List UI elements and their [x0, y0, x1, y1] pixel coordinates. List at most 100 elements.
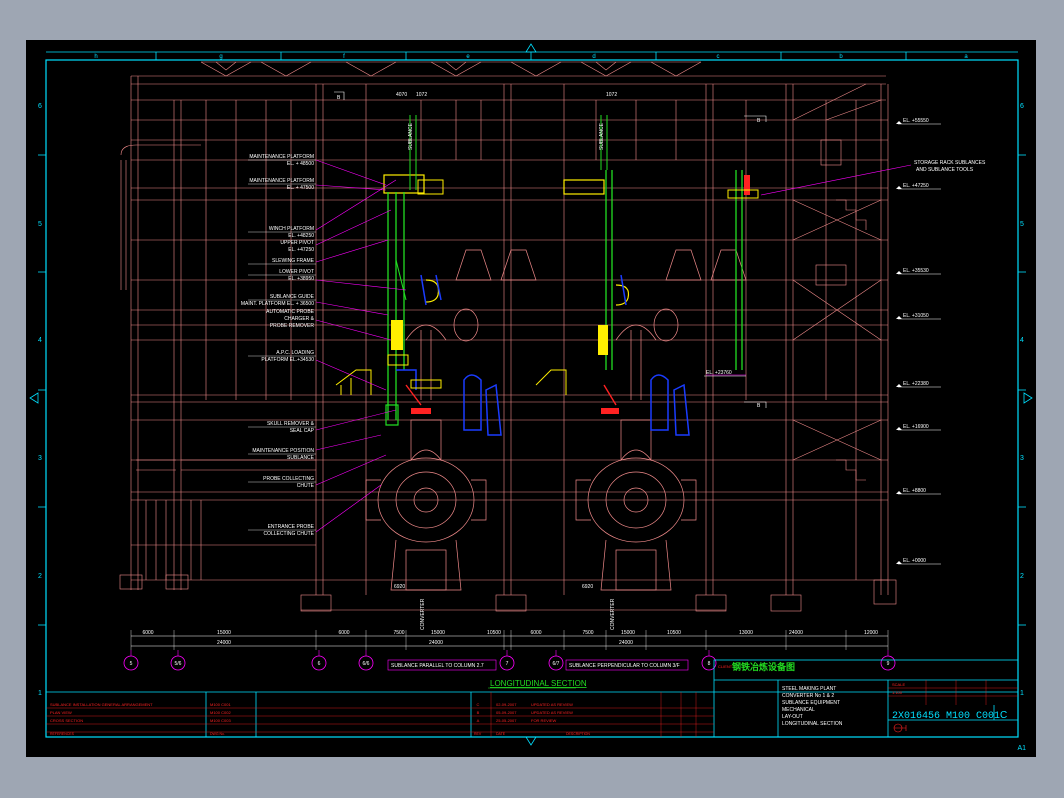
border-letter: d — [592, 54, 595, 60]
callout-label: PROBE REMOVER — [270, 323, 315, 329]
dimension-value: 6000 — [338, 630, 349, 636]
drawing-canvas: hgfedcba 6 65 54 43 32 21 1 MAINTENANCE … — [29, 43, 1033, 752]
callout-label: PLATFORM EL.+34530 — [261, 357, 314, 363]
desc-line-4: MECHANICAL — [782, 707, 815, 713]
callout-label: MAINT. PLATFORM EL. + 36500 — [241, 301, 314, 307]
callout-label: SUBLANCE GUIDE — [270, 294, 315, 300]
desc-line-6: LONGITUDINAL SECTION — [782, 721, 843, 727]
revision-rev: B — [477, 710, 480, 715]
elevation-triangle-icon — [896, 384, 902, 387]
dimension-total: 24000 — [429, 640, 443, 646]
callout-label: PROBE COLLECTING — [263, 476, 314, 482]
center-markers — [29, 43, 1033, 746]
callout-label: SEAL CAP — [290, 428, 315, 434]
storage-rack-label-2: AND SUBLANCE TOOLS — [916, 167, 974, 173]
column-number: 6/6 — [363, 661, 370, 667]
ref-header: REFERENCES — [50, 732, 75, 736]
storage-rack-label-1: STORAGE RACK SUBLANCES — [914, 160, 986, 166]
elevation-label: EL. +35530 — [903, 268, 929, 274]
section-mark-3: B — [757, 403, 761, 409]
border-letter: h — [94, 54, 97, 60]
border-number-right: 4 — [1020, 337, 1024, 344]
vlabel-sublance-2: SUBLANCE — [599, 122, 605, 150]
column-number: 5/6 — [175, 661, 182, 667]
elevation-triangle-icon — [896, 491, 902, 494]
dimension-value: 12000 — [864, 630, 878, 636]
border-number-left: 2 — [38, 573, 42, 580]
revision-date: 25-05-2007 — [496, 718, 517, 723]
elevation-triangle-icon — [896, 121, 902, 124]
callout-label: LOWER PIVOT — [279, 269, 314, 275]
rev-header-date: DATE — [496, 732, 506, 736]
client-label: CLIENT — [718, 664, 733, 669]
border-number-right: 3 — [1020, 455, 1024, 462]
callout-label: COLLECTING CHUTE — [263, 531, 314, 537]
approval-mark — [893, 723, 907, 733]
callout-label: SLEWING FRAME — [272, 258, 315, 264]
border-number-left: 1 — [38, 690, 42, 697]
section-marks: B B B — [334, 91, 767, 409]
drawing-number: 2X016456 M100 C001 — [892, 711, 1000, 722]
desc-line-5: LAY-OUT — [782, 714, 803, 720]
revision-date: 02-09-2007 — [496, 702, 517, 707]
callout-label: CHUTE — [297, 483, 315, 489]
dims-row-2: 24000 24000 24000 — [217, 640, 633, 646]
border-number-right: 2 — [1020, 573, 1024, 580]
elevation-label: EL. +22380 — [903, 381, 929, 387]
elevation-label: EL. +16900 — [903, 424, 929, 430]
elevation-label: EL. +31050 — [903, 313, 929, 319]
dimension-value: 15000 — [431, 630, 445, 636]
column-number: 6/7 — [553, 661, 560, 667]
client-name: 钢铁冶炼设备图 — [732, 661, 795, 672]
callout-label: AUTOMATIC PROBE — [266, 309, 315, 315]
revision-desc: FOR REVIEW — [531, 718, 557, 723]
rev-header-rev: REV — [474, 732, 482, 736]
border-number-left: 3 — [38, 455, 42, 462]
reference-number: M100 C003 — [210, 718, 231, 723]
desc-line-2: CONVERTER No 1 & 2 — [782, 693, 834, 699]
desc-line-1: STEEL MAKING PLANT — [782, 686, 836, 692]
dimension-value: 24000 — [789, 630, 803, 636]
bottom-dim-1: 6920 — [394, 584, 405, 590]
callout-label: UPPER PIVOT — [280, 240, 314, 246]
reference-number: M100 C002 — [210, 710, 231, 715]
dimension-lines — [131, 635, 888, 647]
reference-title: CROSS SECTION — [50, 718, 83, 723]
vertical-labels: SUBLANCE SUBLANCE CONVERTER CONVERTER — [408, 122, 616, 630]
scale-label: SCALE — [892, 682, 905, 687]
callout-label: EL. +48250 — [288, 233, 314, 239]
callout-label: MAINTENANCE POSITION — [252, 448, 314, 454]
corner-mark: A1 — [1017, 745, 1026, 752]
title-block-grid — [46, 680, 1018, 737]
dimension-value: 10500 — [487, 630, 501, 636]
callout-label: EL. + 48500 — [287, 161, 314, 167]
reference-number: M100 C001 — [210, 702, 231, 707]
title-block-footer: REFERENCES DWG No. REV DATE DESCRIPTION — [50, 732, 590, 736]
border-letter: b — [839, 54, 843, 60]
dimension-value: 10500 — [667, 630, 681, 636]
border-number-left: 6 — [38, 103, 42, 110]
title-block-text: CLIENT 钢铁冶炼设备图 STEEL MAKING PLANT CONVER… — [718, 661, 1026, 752]
revision-rev: C — [477, 702, 480, 707]
vlabel-converter-2: CONVERTER — [610, 598, 616, 630]
callouts-right: STORAGE RACK SUBLANCES AND SUBLANCE TOOL… — [914, 160, 986, 173]
column-number: 5 — [130, 661, 133, 667]
scale-value: 1:100 — [892, 690, 903, 695]
border-numbers: 6 6 5 5 4 4 3 3 2 2 1 1 — [38, 103, 1024, 697]
reference-title: PLAN VIEW — [50, 710, 72, 715]
border-number-right: 5 — [1020, 221, 1024, 228]
elevation-triangle-icon — [896, 271, 902, 274]
reference-title: SUBLANCE INSTALLATION GENERAL ARRANGEMEN… — [50, 702, 153, 707]
revision-date: 05-09-2007 — [496, 710, 517, 715]
revision-rev: A — [477, 718, 480, 723]
desc-line-3: SUBLANCE EQUIPMENT — [782, 700, 840, 706]
elevation-label: EL. +0000 — [903, 558, 926, 564]
elevation-label: EL. +47250 — [903, 183, 929, 189]
callout-label: MAINTENANCE PLATFORM — [249, 154, 314, 160]
rev-header-desc: DESCRIPTION — [566, 732, 590, 736]
border-number-right: 6 — [1020, 103, 1024, 110]
ref-header-no: DWG No. — [210, 732, 225, 736]
vlabel-sublance-1: SUBLANCE — [408, 122, 414, 150]
dimension-value: 6000 — [142, 630, 153, 636]
column-number: 6 — [318, 661, 321, 667]
